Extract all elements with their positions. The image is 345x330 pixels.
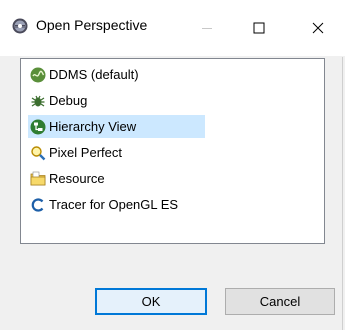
debug-bug-icon <box>31 95 45 106</box>
cancel-button[interactable]: Cancel <box>225 288 335 315</box>
list-item-label: DDMS (default) <box>49 67 139 82</box>
list-item-label: Tracer for OpenGL ES <box>49 197 179 212</box>
list-item-pixel-perfect[interactable]: Pixel Perfect <box>28 141 122 164</box>
title-bar: Open Perspective <box>0 0 345 56</box>
dialog-edge <box>342 57 343 330</box>
list-item-tracer[interactable]: Tracer for OpenGL ES <box>28 193 178 216</box>
list-item-hierarchy-view[interactable]: Hierarchy View <box>28 115 205 138</box>
list-item-debug[interactable]: Debug <box>28 89 87 112</box>
perspective-list[interactable]: DDMS (default) Debug Hierarchy View Pixe… <box>20 58 325 244</box>
list-item-label: Debug <box>49 93 88 108</box>
maximize-button[interactable] <box>236 0 282 56</box>
list-item-resource[interactable]: Resource <box>28 167 105 190</box>
ddms-icon <box>30 67 46 82</box>
minimize-icon <box>202 28 212 29</box>
close-button[interactable] <box>290 0 345 56</box>
ok-button[interactable]: OK <box>95 288 207 315</box>
list-item-label: Resource <box>49 171 105 186</box>
magnifier-icon <box>31 145 46 160</box>
maximize-icon <box>253 22 265 34</box>
hierarchy-view-icon <box>30 119 46 134</box>
eclipse-perspective-icon <box>12 18 28 34</box>
list-item-ddms[interactable]: DDMS (default) <box>28 63 139 86</box>
minimize-button[interactable] <box>184 0 230 56</box>
list-item-label: Pixel Perfect <box>49 145 122 160</box>
close-icon <box>312 22 323 34</box>
folder-icon <box>30 171 46 185</box>
tracer-icon <box>31 197 44 212</box>
window-title: Open Perspective <box>36 17 148 33</box>
list-item-label: Hierarchy View <box>49 119 137 134</box>
